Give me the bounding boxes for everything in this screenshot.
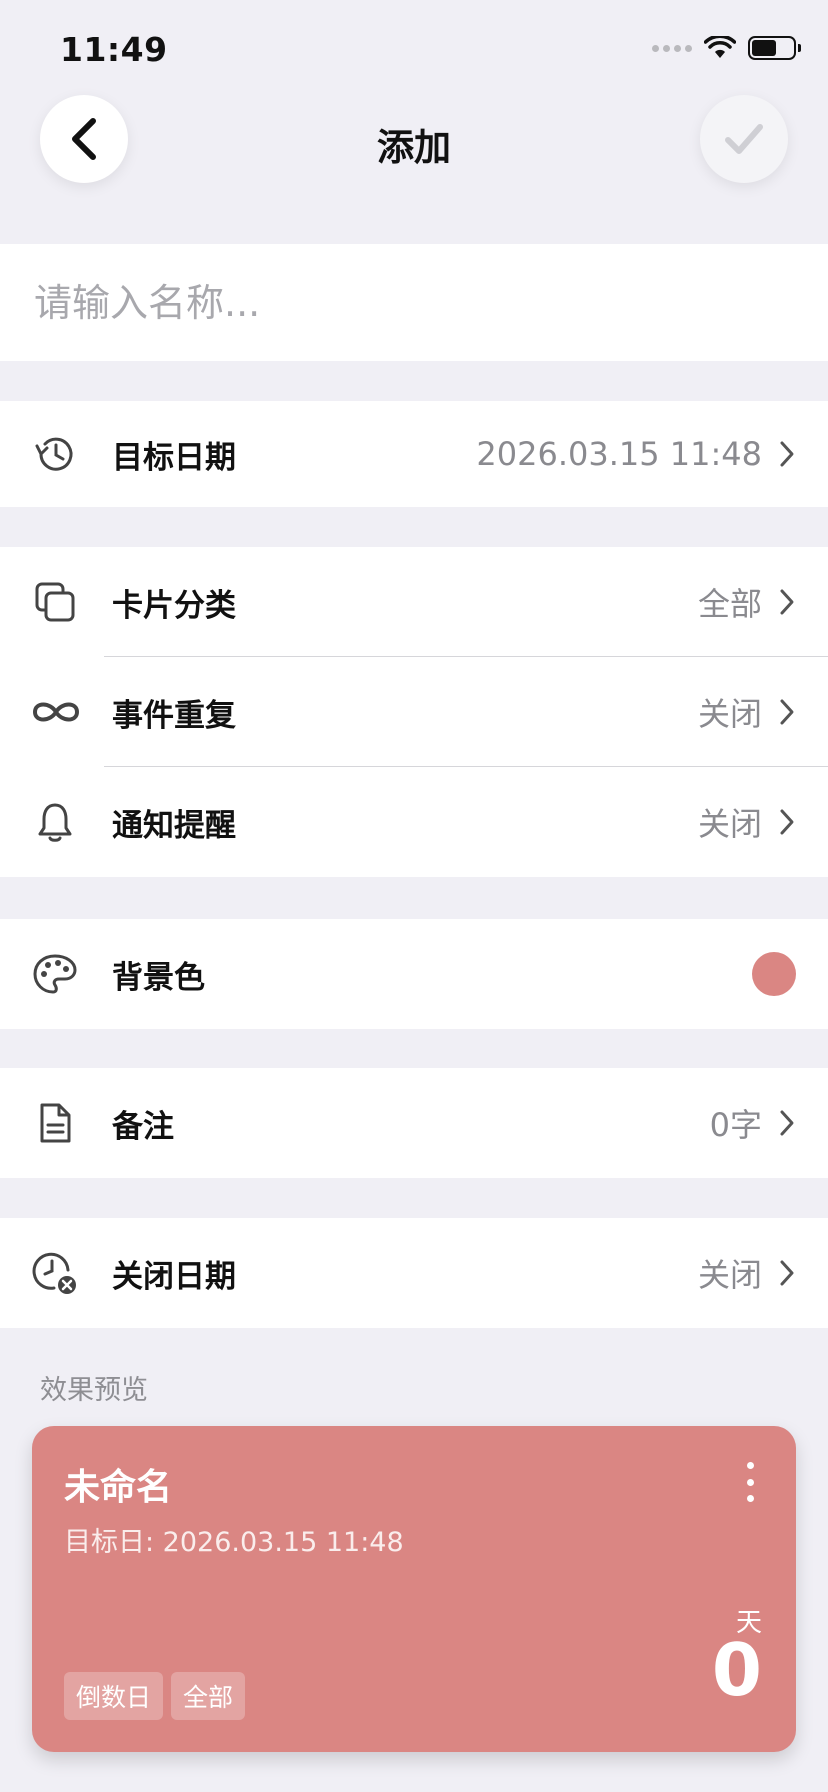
- history-clock-icon: [32, 431, 78, 477]
- close-date-row[interactable]: 关闭日期 关闭: [0, 1218, 828, 1328]
- repeat-row[interactable]: 事件重复 关闭: [0, 657, 828, 767]
- note-value: 0字: [709, 1106, 762, 1144]
- color-swatch[interactable]: [752, 952, 796, 996]
- background-color-row[interactable]: 背景色: [0, 919, 828, 1029]
- card-count: 0: [711, 1628, 762, 1712]
- status-icons: [652, 36, 801, 60]
- options-group: 卡片分类 全部 事件重复 关闭 通知提醒 关闭: [0, 547, 828, 877]
- confirm-button[interactable]: [700, 95, 788, 183]
- target-date-label: 目标日期: [112, 439, 236, 476]
- battery-icon: [748, 36, 801, 60]
- category-row[interactable]: 卡片分类 全部: [0, 547, 828, 657]
- wifi-icon: [704, 36, 736, 58]
- target-date-row[interactable]: 目标日期 2026.03.15 11:48: [0, 401, 828, 507]
- status-bar: 11:49: [0, 0, 828, 100]
- notify-label: 通知提醒: [112, 807, 236, 844]
- name-input[interactable]: [0, 244, 828, 361]
- palette-icon: [32, 951, 78, 997]
- chevron-right-icon: [780, 1260, 794, 1286]
- notify-value: 关闭: [697, 805, 762, 843]
- note-label: 备注: [112, 1108, 174, 1145]
- preview-section-label: 效果预览: [40, 1375, 148, 1406]
- chevron-right-icon: [780, 441, 794, 467]
- chevron-right-icon: [780, 1110, 794, 1136]
- document-icon: [32, 1100, 78, 1146]
- target-date-value: 2026.03.15 11:48: [476, 435, 762, 473]
- name-input-container: [0, 244, 828, 361]
- notify-row[interactable]: 通知提醒 关闭: [0, 767, 828, 877]
- category-value: 全部: [697, 585, 762, 623]
- target-date-group: 目标日期 2026.03.15 11:48: [0, 401, 828, 507]
- card-subtitle: 目标日: 2026.03.15 11:48: [64, 1527, 404, 1558]
- card-title: 未命名: [64, 1467, 173, 1508]
- clock-cancel-icon: [32, 1250, 78, 1296]
- close-date-label: 关闭日期: [112, 1258, 236, 1295]
- cellular-signal-icon: [652, 44, 692, 52]
- card-tags: 倒数日 全部: [64, 1672, 246, 1720]
- repeat-label: 事件重复: [112, 697, 236, 734]
- more-vertical-icon[interactable]: [744, 1462, 756, 1502]
- note-group: 备注 0字: [0, 1068, 828, 1178]
- status-time: 11:49: [60, 30, 168, 69]
- close-date-value: 关闭: [697, 1256, 762, 1294]
- repeat-value: 关闭: [697, 695, 762, 733]
- chevron-right-icon: [780, 589, 794, 615]
- nav-bar: 添加: [0, 95, 828, 185]
- close-date-group: 关闭日期 关闭: [0, 1218, 828, 1328]
- background-color-group: 背景色: [0, 919, 828, 1029]
- infinity-icon: [30, 689, 82, 735]
- checkmark-icon: [725, 124, 763, 154]
- bell-icon: [32, 799, 78, 845]
- copy-stack-icon: [32, 579, 78, 625]
- card-tag: 倒数日: [64, 1672, 164, 1720]
- preview-card[interactable]: 未命名 目标日: 2026.03.15 11:48 天 0 倒数日 全部: [32, 1426, 796, 1752]
- category-label: 卡片分类: [112, 587, 236, 624]
- chevron-right-icon: [780, 699, 794, 725]
- note-row[interactable]: 备注 0字: [0, 1068, 828, 1178]
- background-color-label: 背景色: [112, 959, 205, 996]
- card-tag: 全部: [171, 1672, 246, 1720]
- chevron-right-icon: [780, 809, 794, 835]
